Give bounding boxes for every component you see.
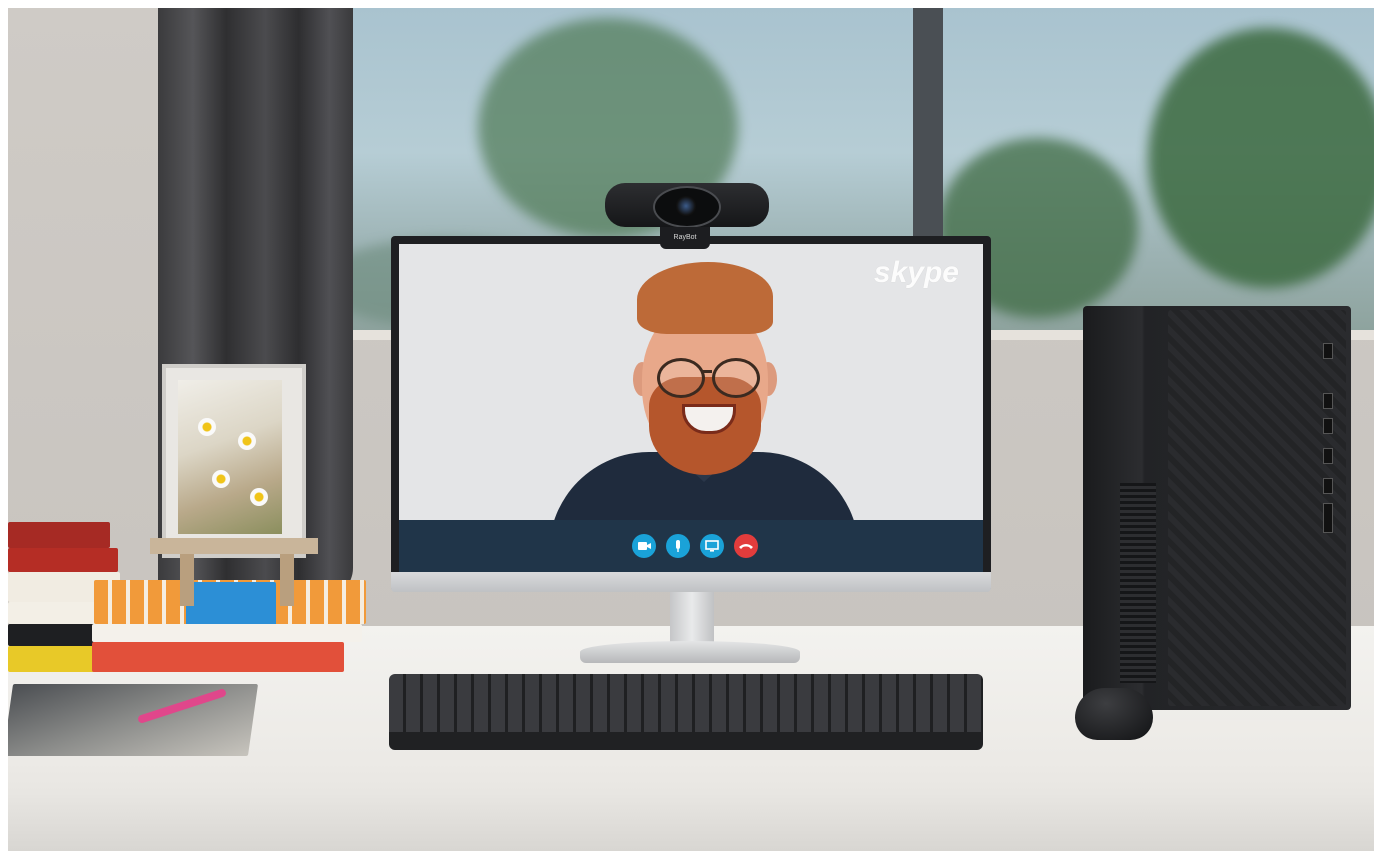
video-icon (638, 542, 651, 550)
usb-port (1323, 393, 1333, 409)
monitor-bezel (391, 572, 991, 592)
card-slot (1323, 503, 1333, 533)
daisy (238, 432, 256, 450)
microphone-icon (676, 540, 680, 552)
usb-port (1323, 478, 1333, 494)
usb-port (1323, 343, 1333, 359)
video-toggle-button[interactable] (632, 534, 656, 558)
book (8, 548, 118, 572)
usb-port (1323, 448, 1333, 464)
caller-video (549, 262, 859, 552)
book (8, 646, 98, 672)
glasses-lens (657, 358, 705, 398)
glasses-bridge (702, 370, 712, 373)
keyboard-front-edge (389, 732, 983, 750)
tree (1148, 28, 1374, 288)
microphone-toggle-button[interactable] (666, 534, 690, 558)
screen-share-icon (705, 540, 719, 552)
book (8, 522, 110, 548)
daisy (198, 418, 216, 436)
screen-share-button[interactable] (700, 534, 724, 558)
flower-photo (178, 380, 282, 534)
call-control-bar (399, 520, 983, 572)
computer-mouse (1075, 688, 1153, 740)
usb-port (1323, 418, 1333, 434)
end-call-icon (739, 544, 753, 549)
desk-edge (8, 793, 1374, 851)
skype-logo: skype (873, 256, 959, 289)
easel-leg (180, 554, 194, 606)
pc-tower-front-panel (1168, 310, 1346, 706)
daisy (212, 470, 230, 488)
hair (637, 262, 773, 334)
end-call-button[interactable] (734, 534, 758, 558)
webcam (605, 183, 769, 228)
webcam-brand-label: RayBot (660, 227, 710, 249)
daisy (250, 488, 268, 506)
easel (150, 538, 318, 554)
book (92, 624, 362, 642)
easel-leg (280, 554, 294, 606)
video-call-screen: skype (399, 244, 983, 572)
book-label (186, 582, 276, 628)
glasses-lens (712, 358, 760, 398)
webcam-lens (653, 186, 721, 228)
camera-icon (676, 196, 696, 216)
monitor-stand-base (580, 641, 800, 663)
monitor: skype (391, 236, 991, 592)
book (92, 642, 344, 672)
pc-tower-vent (1120, 483, 1156, 683)
desk-scene: skype RayBot (8, 8, 1374, 851)
